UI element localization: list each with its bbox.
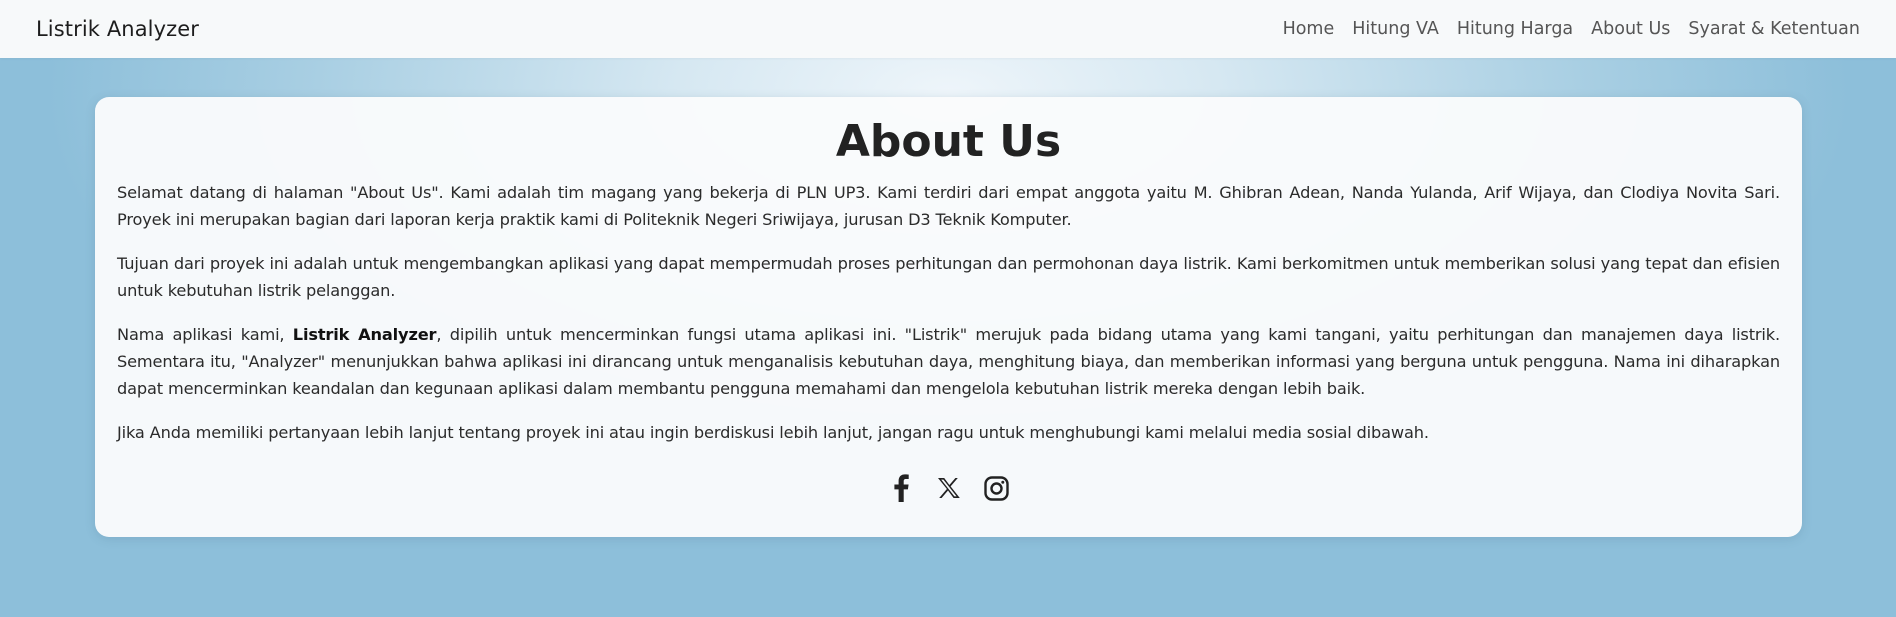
app-name-paragraph-lead: Nama aplikasi kami, <box>117 325 293 344</box>
intro-paragraph: Selamat datang di halaman "About Us". Ka… <box>117 183 1780 229</box>
app-name-paragraph: Nama aplikasi kami, Listrik Analyzer, di… <box>117 321 1780 402</box>
purpose-paragraph: Tujuan dari proyek ini adalah untuk meng… <box>117 254 1780 300</box>
nav-link-hitung-va[interactable]: Hitung VA <box>1343 19 1448 39</box>
nav-link-syarat-ketentuan[interactable]: Syarat & Ketentuan <box>1679 19 1860 39</box>
nav-link-about-us[interactable]: About Us <box>1582 19 1679 39</box>
about-card: About Us Selamat datang di halaman "Abou… <box>95 97 1802 537</box>
nav-link-home[interactable]: Home <box>1274 19 1344 39</box>
x-twitter-link[interactable] <box>936 474 962 502</box>
nav-links: Home Hitung VA Hitung Harga About Us Sya… <box>1274 19 1860 39</box>
nav-link-hitung-harga[interactable]: Hitung Harga <box>1448 19 1582 39</box>
contact-paragraph: Jika Anda memiliki pertanyaan lebih lanj… <box>117 423 1429 442</box>
instagram-link[interactable] <box>984 474 1010 502</box>
navbar: Listrik Analyzer Home Hitung VA Hitung H… <box>0 0 1896 58</box>
page-title: About Us <box>835 116 1062 167</box>
x-icon <box>937 478 960 498</box>
facebook-link[interactable] <box>888 474 914 502</box>
facebook-icon <box>893 474 909 502</box>
instagram-icon <box>984 475 1009 501</box>
app-name-bold: Listrik Analyzer <box>292 325 437 344</box>
brand-logo-text[interactable]: Listrik Analyzer <box>36 17 199 41</box>
social-links <box>117 474 1780 502</box>
